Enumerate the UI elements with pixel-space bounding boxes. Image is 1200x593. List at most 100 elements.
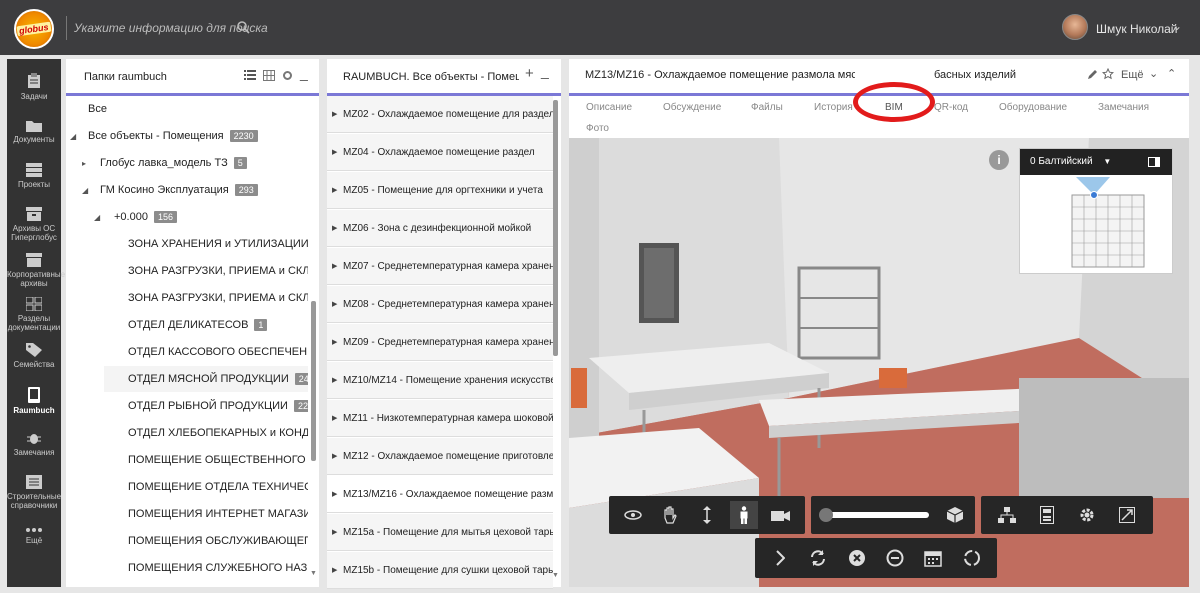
tree-item[interactable]: ◢ +0.000 156 bbox=[94, 204, 177, 230]
tree-item[interactable]: ◢ Все объекты - Помещения 2230 bbox=[70, 123, 258, 149]
scrollbar[interactable] bbox=[553, 100, 558, 356]
gear-icon[interactable] bbox=[282, 70, 293, 81]
chevron-down-icon[interactable]: ◢ bbox=[94, 205, 104, 230]
tab-discussion[interactable]: Обсуждение bbox=[663, 102, 721, 113]
refresh-button[interactable] bbox=[804, 544, 832, 572]
tree-item[interactable]: ОТДЕЛ ХЛЕБОПЕКАРНЫХ и КОНДИТЕРСКИХ bbox=[128, 420, 308, 446]
cube-button[interactable] bbox=[941, 501, 969, 529]
tree-item[interactable]: ПОМЕЩЕНИЕ ОБЩЕСТВЕННОГО НАЗНАЧЕНИЯ bbox=[128, 447, 308, 473]
chevron-down-icon[interactable]: ▼ bbox=[1103, 157, 1111, 166]
collapse-icon[interactable]: ⌃ bbox=[1167, 67, 1176, 80]
list-item[interactable]: ▶ MZ06 - Зона с дезинфекционной мойкой bbox=[327, 210, 553, 247]
bim-3d-viewer[interactable]: i 0 Балтийский ▼ bbox=[569, 138, 1189, 587]
tree-item[interactable]: ПОМЕЩЕНИЕ ОТДЕЛА ТЕХНИЧЕСКОЙ bbox=[128, 474, 308, 500]
tree-item[interactable]: ПОМЕЩЕНИЯ ИНТЕРНЕТ МАГАЗИНА bbox=[128, 501, 308, 527]
list-view-icon[interactable] bbox=[244, 70, 256, 81]
sidebar-item-documents[interactable]: Документы bbox=[7, 119, 61, 144]
sidebar-item-families[interactable]: Семейства bbox=[7, 343, 61, 369]
tree-item-selected[interactable]: ОТДЕЛ МЯСНОЙ ПРОДУКЦИИ 24 bbox=[104, 366, 308, 392]
calendar-button[interactable] bbox=[919, 544, 947, 572]
tab-equipment[interactable]: Оборудование bbox=[999, 102, 1067, 113]
pan-button[interactable] bbox=[656, 501, 684, 529]
next-button[interactable] bbox=[766, 544, 794, 572]
section-slider[interactable] bbox=[819, 508, 929, 522]
model-tree-button[interactable] bbox=[993, 501, 1021, 529]
tree-item[interactable]: ▸ Глобус лавка_модель ТЗ 5 bbox=[82, 150, 247, 176]
tab-photo[interactable]: Фото bbox=[586, 123, 609, 134]
list-item[interactable]: ▶ MZ07 - Среднетемпературная камера хране… bbox=[327, 248, 553, 285]
walk-button[interactable] bbox=[729, 501, 758, 529]
clear-button[interactable] bbox=[843, 544, 871, 572]
minimize-icon[interactable]: _ bbox=[541, 63, 549, 79]
list-item[interactable]: ▶ MZ15b - Помещение для сушки цеховой тар… bbox=[327, 552, 553, 589]
chevron-down-icon[interactable]: ◢ bbox=[82, 178, 92, 203]
sidebar-item-more[interactable]: Ещё bbox=[7, 527, 61, 545]
sidebar-item-reference[interactable]: Строительные справочники bbox=[7, 475, 61, 510]
panel-toggle-icon[interactable] bbox=[1148, 157, 1160, 167]
list-item-selected[interactable]: ▶ MZ13/MZ16 - Охлаждаемое помещение размо… bbox=[327, 476, 553, 513]
sync-icon bbox=[963, 550, 980, 566]
scroll-down-icon[interactable]: ▼ bbox=[552, 572, 559, 579]
slider-handle[interactable] bbox=[819, 508, 833, 522]
floor-selector[interactable]: 0 Балтийский bbox=[1030, 156, 1093, 167]
grid-view-icon[interactable] bbox=[263, 70, 275, 81]
floor-plan bbox=[1071, 177, 1145, 268]
list-item[interactable]: ▶ MZ10/MZ14 - Помещение хранения искусств… bbox=[327, 362, 553, 399]
scrollbar[interactable] bbox=[311, 301, 316, 461]
star-icon[interactable] bbox=[1102, 68, 1114, 80]
camera-button[interactable] bbox=[767, 501, 795, 529]
sidebar-item-tasks[interactable]: Задачи bbox=[7, 73, 61, 101]
avatar[interactable] bbox=[1062, 14, 1088, 40]
tab-qr-code[interactable]: QR-код bbox=[934, 102, 968, 113]
scroll-down-icon[interactable]: ▼ bbox=[310, 570, 317, 577]
list-item[interactable]: ▶ MZ09 - Среднетемпературная камера хране… bbox=[327, 324, 553, 361]
properties-button[interactable] bbox=[1033, 501, 1061, 529]
tree-item[interactable]: ОТДЕЛ РЫБНОЙ ПРОДУКЦИИ 22 bbox=[128, 393, 308, 419]
add-icon[interactable]: + bbox=[525, 65, 534, 82]
edit-icon[interactable] bbox=[1087, 69, 1098, 80]
chevron-down-icon[interactable]: ◢ bbox=[70, 124, 80, 149]
tree-item[interactable]: ОТДЕЛ КАССОВОГО ОБЕСПЕЧЕНИЯ bbox=[128, 339, 308, 365]
fullscreen-button[interactable] bbox=[1113, 501, 1141, 529]
minimize-icon[interactable]: _ bbox=[300, 65, 308, 81]
sidebar-item-remarks[interactable]: Замечания bbox=[7, 431, 61, 457]
chevron-down-icon[interactable]: ⌄ bbox=[1149, 67, 1158, 80]
sidebar-item-archives[interactable]: Архивы ОС Гиперглобус bbox=[7, 207, 61, 242]
tree-item[interactable]: ЗОНА ХРАНЕНИЯ и УТИЛИЗАЦИИ МУСОРА bbox=[128, 231, 308, 257]
tab-description[interactable]: Описание bbox=[586, 102, 632, 113]
tree-item[interactable]: ЗОНА РАЗГРУЗКИ, ПРИЕМА и СКЛАДИРОВАНИЯ bbox=[128, 258, 308, 284]
chevron-right-icon[interactable]: ▸ bbox=[82, 151, 92, 176]
sidebar-item-doc-sections[interactable]: Разделы документации bbox=[7, 297, 61, 332]
globus-logo[interactable]: globus bbox=[14, 9, 54, 49]
search-icon[interactable] bbox=[236, 20, 250, 34]
list-item[interactable]: ▶ MZ04 - Охлаждаемое помещение раздел bbox=[327, 134, 553, 171]
chevron-down-icon[interactable]: ⌄ bbox=[1172, 19, 1182, 33]
minimap[interactable]: 0 Балтийский ▼ bbox=[1019, 148, 1173, 274]
sidebar-item-projects[interactable]: Проекты bbox=[7, 163, 61, 189]
user-name[interactable]: Шмук Николай bbox=[1096, 22, 1178, 36]
tree-item[interactable]: ◢ ГМ Косино Эксплуатация 293 bbox=[82, 177, 258, 203]
list-item[interactable]: ▶ MZ05 - Помещение для оргтехники и учета bbox=[327, 172, 553, 209]
tab-remarks[interactable]: Замечания bbox=[1098, 102, 1149, 113]
more-button[interactable]: Ещё bbox=[1121, 69, 1144, 81]
list-item[interactable]: ▶ MZ08 - Среднетемпературная камера хране… bbox=[327, 286, 553, 323]
orbit-button[interactable] bbox=[619, 501, 647, 529]
tree-item[interactable]: Все bbox=[88, 96, 107, 122]
tree-item[interactable]: ОТДЕЛ ДЕЛИКАТЕСОВ 1 bbox=[128, 312, 308, 338]
info-icon[interactable]: i bbox=[989, 150, 1009, 170]
remove-button[interactable] bbox=[881, 544, 909, 572]
sidebar-item-raumbuch[interactable]: Raumbuch bbox=[7, 387, 61, 415]
list-item[interactable]: ▶ MZ12 - Охлаждаемое помещение приготовле… bbox=[327, 438, 553, 475]
list-item[interactable]: ▶ MZ15a - Помещение для мытья цеховой тар… bbox=[327, 514, 553, 551]
settings-button[interactable] bbox=[1073, 501, 1101, 529]
list-item[interactable]: ▶ MZ02 - Охлаждаемое помещение для раздел… bbox=[327, 96, 553, 133]
tree-item[interactable]: ПОМЕЩЕНИЯ ОБСЛУЖИВАЮЩЕГО ПЕРСОНАЛА bbox=[128, 528, 308, 554]
tree-item[interactable]: ЗОНА РАЗГРУЗКИ, ПРИЕМА и СКЛАДИРОВАНИЯ bbox=[128, 285, 308, 311]
tab-files[interactable]: Файлы bbox=[751, 102, 783, 113]
sync-button[interactable] bbox=[958, 544, 986, 572]
vertical-move-button[interactable] bbox=[693, 501, 721, 529]
list-item[interactable]: ▶ MZ11 - Низкотемпературная камера шоково… bbox=[327, 400, 553, 437]
sidebar-item-corporate-archives[interactable]: Корпоративные архивы bbox=[7, 253, 65, 288]
tab-history[interactable]: История bbox=[814, 102, 853, 113]
tree-item[interactable]: ПОМЕЩЕНИЯ СЛУЖЕБНОГО НАЗНАЧЕНИЯ bbox=[128, 555, 308, 581]
